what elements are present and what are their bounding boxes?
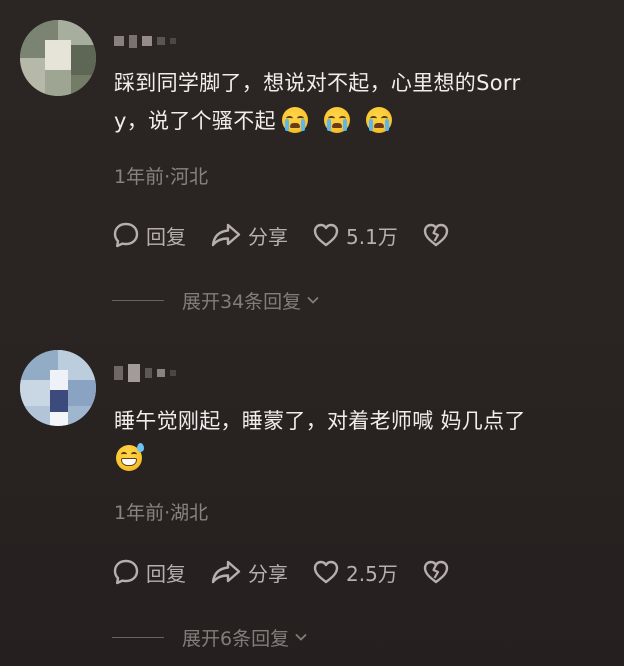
share-label: 分享 (248, 561, 288, 586)
comment-text: 睡午觉刚起，睡蒙了，对着老师喊 妈几点了 (114, 402, 608, 478)
chevron-down-icon (307, 296, 319, 304)
like-button[interactable]: 2.5万 (312, 558, 398, 587)
comment-item: 踩到同学脚了，想说对不起，心里想的Sorr y，说了个骚不起 1年前·河北 回复… (0, 0, 624, 330)
comment-text-line2 (114, 440, 608, 478)
avatar-pixel (50, 412, 68, 426)
avatar-pixel (45, 40, 71, 70)
like-count: 2.5万 (346, 561, 398, 586)
share-arrow-icon (211, 560, 241, 584)
dislike-button[interactable] (422, 558, 456, 586)
loudly-crying-face-icon (365, 107, 392, 133)
comment-bubble-icon (113, 222, 139, 248)
divider-line (112, 636, 164, 638)
comment-item: 睡午觉刚起，睡蒙了，对着老师喊 妈几点了 1年前·湖北 回复 分享 2.5万 展… (0, 330, 624, 666)
reply-label: 回复 (146, 561, 186, 586)
divider-line (112, 299, 164, 301)
comment-text-line2: y，说了个骚不起 (114, 102, 608, 140)
avatar-pixel (20, 380, 50, 406)
share-button[interactable]: 分享 (210, 558, 288, 587)
avatar[interactable] (20, 350, 96, 426)
dislike-button[interactable] (422, 221, 456, 249)
comment-text-line1: 睡午觉刚起，睡蒙了，对着老师喊 妈几点了 (114, 409, 526, 433)
broken-heart-icon (423, 560, 449, 584)
view-replies-button[interactable]: 展开6条回复 (112, 624, 309, 650)
share-button[interactable]: 分享 (210, 221, 288, 250)
reply-label: 回复 (146, 224, 186, 249)
avatar-pixel (45, 70, 71, 96)
share-arrow-icon (211, 223, 241, 247)
comment-bubble-icon (113, 559, 139, 585)
comment-text-line2-text: y，说了个骚不起 (114, 109, 276, 133)
reply-button[interactable]: 回复 (112, 558, 186, 587)
avatar-pixel (50, 370, 68, 390)
like-count: 5.1万 (346, 224, 398, 249)
chevron-down-icon (295, 633, 307, 641)
username-masked[interactable] (114, 362, 176, 384)
broken-heart-icon (423, 223, 449, 247)
view-replies-label: 展开34条回复 (182, 290, 302, 313)
avatar-pixel (50, 390, 68, 412)
share-label: 分享 (248, 224, 288, 249)
loudly-crying-face-icon (323, 107, 350, 133)
avatar-pixel (68, 380, 96, 406)
view-replies-button[interactable]: 展开34条回复 (112, 287, 321, 313)
comment-text: 踩到同学脚了，想说对不起，心里想的Sorr y，说了个骚不起 (114, 64, 608, 140)
comment-actions: 回复 分享 2.5万 (112, 557, 480, 587)
loudly-crying-face-icon (281, 107, 308, 133)
avatar-pixel (68, 406, 96, 426)
comment-text-line1: 踩到同学脚了，想说对不起，心里想的Sorr (114, 71, 521, 95)
avatar-pixel (20, 406, 50, 426)
avatar-pixel (71, 75, 96, 96)
heart-icon (313, 223, 339, 247)
avatar-pixel (71, 45, 96, 75)
heart-icon (313, 560, 339, 584)
comment-meta: 1年前·河北 (114, 166, 209, 188)
view-replies-label: 展开6条回复 (182, 627, 290, 650)
username-masked[interactable] (114, 30, 176, 52)
avatar-pixel (20, 58, 45, 96)
reply-button[interactable]: 回复 (112, 221, 186, 250)
comment-actions: 回复 分享 5.1万 (112, 220, 480, 250)
grinning-face-with-sweat-icon (116, 443, 144, 471)
avatar[interactable] (20, 20, 96, 96)
comment-meta: 1年前·湖北 (114, 502, 209, 524)
like-button[interactable]: 5.1万 (312, 221, 398, 250)
